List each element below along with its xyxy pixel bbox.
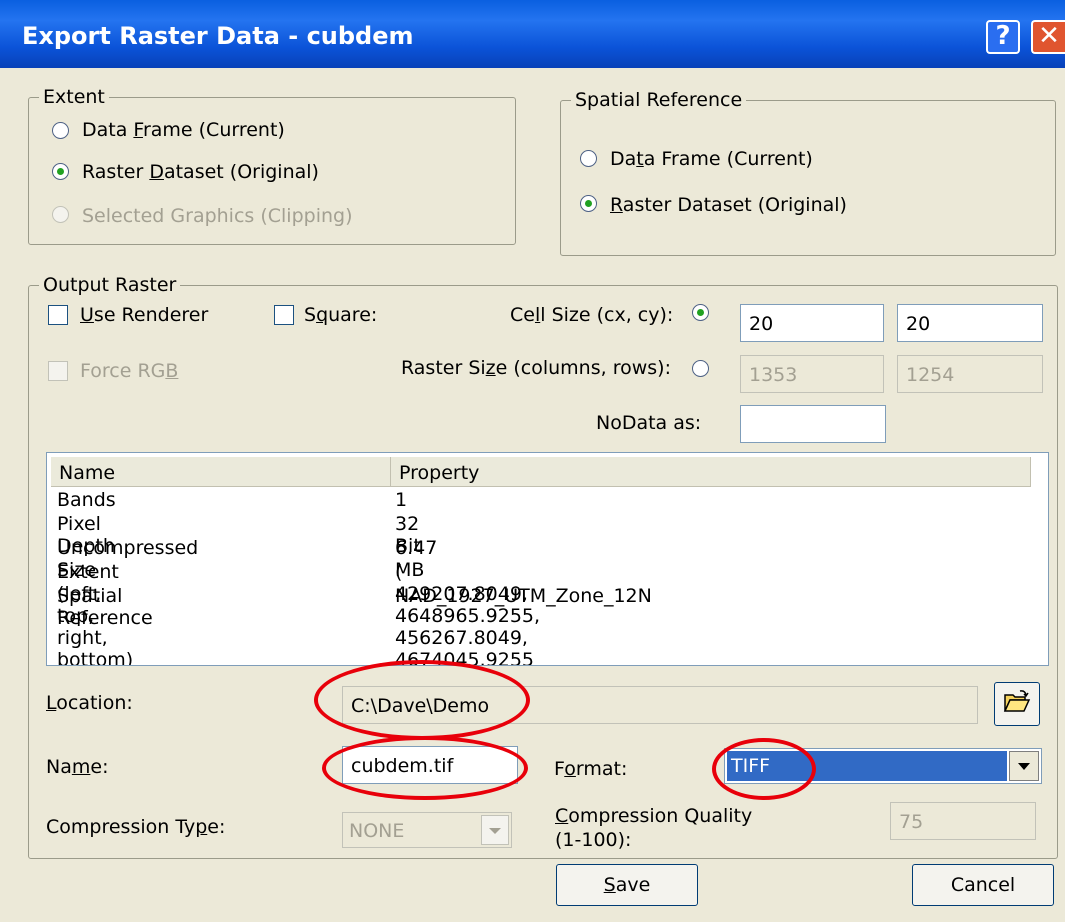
extent-raster-dataset-radio[interactable]	[52, 163, 69, 180]
compression-type-value: NONE	[349, 820, 405, 842]
format-dropdown-button[interactable]	[1009, 751, 1039, 781]
square-checkbox[interactable]	[274, 305, 294, 325]
compression-type-select[interactable]: NONE	[342, 812, 512, 848]
nodata-label: NoData as:	[596, 412, 702, 434]
nodata-input[interactable]	[740, 405, 886, 443]
raster-size-radio[interactable]	[692, 360, 709, 377]
extent-legend: Extent	[39, 86, 109, 108]
cancel-button[interactable]: Cancel	[912, 864, 1054, 906]
annotation-ellipse-format	[712, 738, 816, 800]
column-header-name[interactable]: Name	[51, 457, 391, 487]
help-button[interactable]: ?	[986, 20, 1020, 54]
row-value: NAD_1927_UTM_Zone_12N	[395, 585, 652, 607]
sr-data-frame-radio[interactable]	[580, 150, 597, 167]
save-button[interactable]: Save	[556, 864, 698, 906]
force-rgb-checkbox[interactable]	[48, 361, 68, 381]
raster-size-label[interactable]: Raster Size (columns, rows):	[401, 357, 671, 379]
annotation-ellipse-location	[314, 660, 530, 740]
spatial-reference-legend: Spatial Reference	[571, 89, 747, 111]
name-label: Name:	[46, 756, 109, 778]
cell-size-label[interactable]: Cell Size (cx, cy):	[510, 304, 673, 326]
chevron-down-icon	[1018, 763, 1030, 770]
row-name: Spatial Reference	[57, 585, 153, 629]
sr-data-frame-label[interactable]: Data Frame (Current)	[610, 148, 813, 170]
row-value: 1	[395, 489, 408, 511]
location-label: Location:	[46, 692, 133, 714]
extent-data-frame-label[interactable]: Data Frame (Current)	[82, 119, 285, 141]
compression-dropdown-button[interactable]	[481, 815, 509, 845]
chevron-down-icon	[489, 828, 501, 834]
force-rgb-label[interactable]: Force RGB	[80, 360, 178, 382]
window-title: Export Raster Data - cubdem	[22, 22, 414, 50]
cell-size-cy-input[interactable]: 20	[897, 304, 1043, 342]
properties-list[interactable]: Name Property Bands 1 Pixel Depth 32 Bit…	[46, 452, 1049, 666]
column-header-property[interactable]: Property	[391, 457, 1031, 487]
use-renderer-label[interactable]: Use Renderer	[80, 304, 208, 326]
raster-columns-input[interactable]: 1353	[740, 355, 884, 393]
compression-type-label: Compression Type:	[46, 816, 226, 838]
open-folder-icon	[1003, 690, 1031, 712]
compression-quality-label: Compression Quality (1-100):	[555, 805, 753, 851]
compression-quality-input[interactable]: 75	[890, 802, 1036, 840]
format-label: Format:	[554, 758, 628, 780]
cell-size-radio[interactable]	[692, 304, 709, 321]
cell-size-cx-input[interactable]: 20	[740, 304, 884, 342]
sr-raster-dataset-radio[interactable]	[580, 195, 597, 212]
extent-data-frame-radio[interactable]	[52, 122, 69, 139]
sr-raster-dataset-label[interactable]: Raster Dataset (Original)	[610, 194, 847, 216]
annotation-ellipse-name	[322, 736, 528, 800]
extent-selected-graphics-label[interactable]: Selected Graphics (Clipping)	[82, 205, 353, 227]
title-bar: Export Raster Data - cubdem ? ✕	[0, 0, 1065, 68]
use-renderer-checkbox[interactable]	[48, 305, 68, 325]
output-raster-legend: Output Raster	[39, 274, 181, 296]
raster-rows-input[interactable]: 1254	[897, 355, 1043, 393]
square-label[interactable]: Square:	[304, 304, 377, 326]
extent-raster-dataset-label[interactable]: Raster Dataset (Original)	[82, 161, 319, 183]
row-value: ( 429207.8049, 4648965.9255, 456267.8049…	[395, 561, 541, 666]
spatial-reference-group: Spatial Reference	[560, 89, 1056, 256]
row-name: Bands	[57, 489, 116, 511]
close-button[interactable]: ✕	[1031, 20, 1065, 54]
browse-folder-button[interactable]	[994, 682, 1040, 726]
extent-selected-graphics-radio[interactable]	[52, 206, 69, 223]
